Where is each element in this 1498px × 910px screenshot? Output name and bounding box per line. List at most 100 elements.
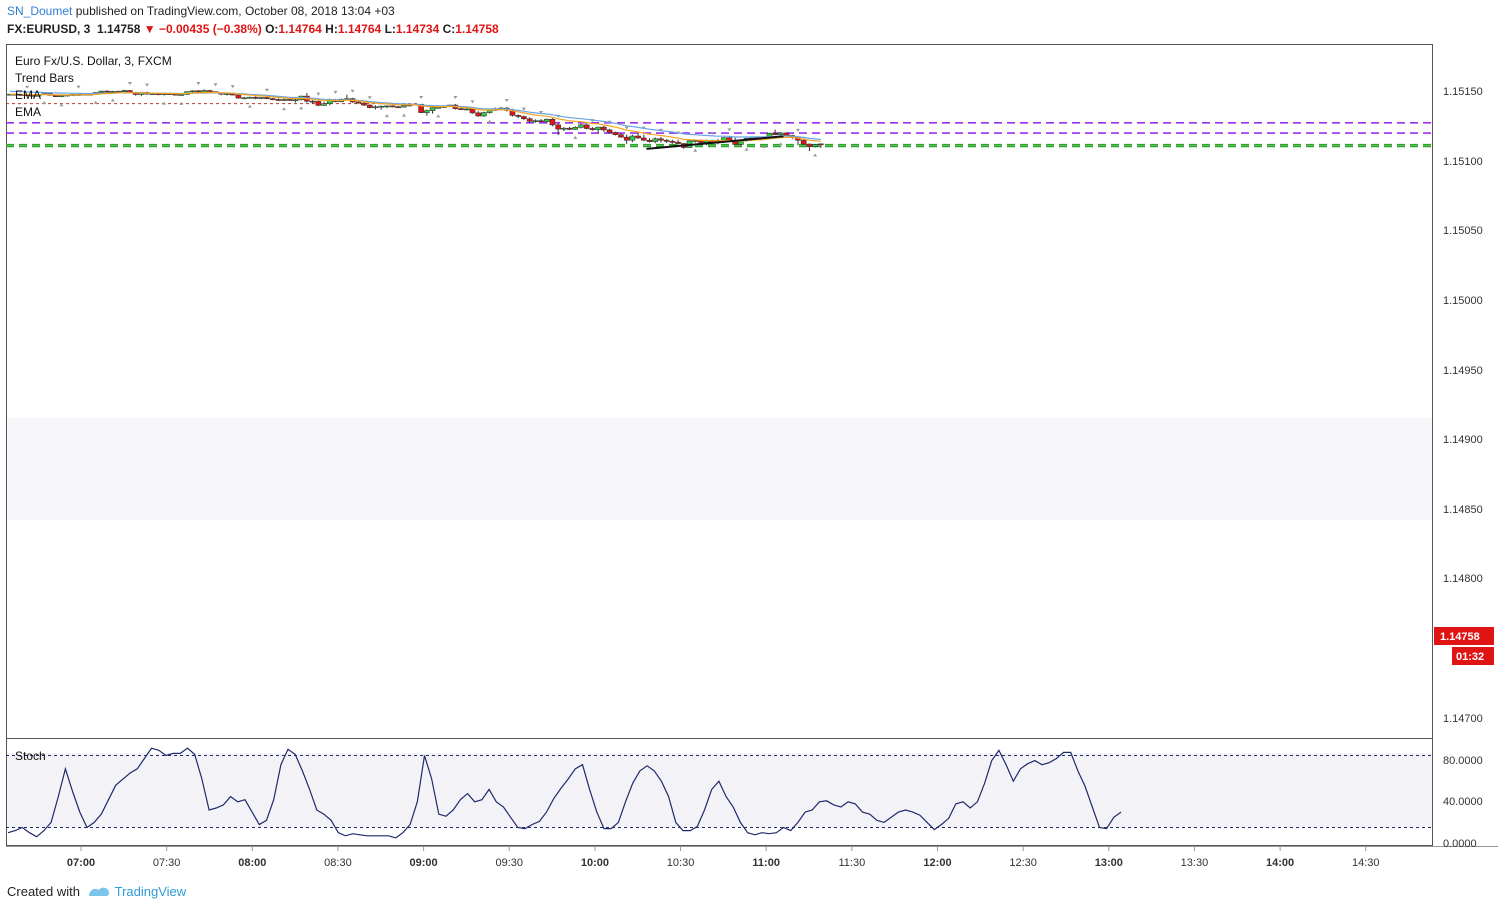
trend-down-marker [127, 82, 132, 85]
trend-up-marker [573, 135, 578, 139]
candle-body [435, 106, 442, 109]
trend-up-marker [401, 113, 406, 117]
candle-body [675, 141, 681, 144]
time-tick-label: 09:00 [410, 857, 438, 869]
time-tick-label: 09:30 [495, 857, 523, 869]
candle-body [595, 126, 601, 130]
time-tick-label: 10:00 [581, 857, 609, 869]
candle-body [583, 124, 590, 129]
candle-body [189, 90, 196, 93]
candle-body [538, 120, 544, 122]
candle-body [201, 90, 207, 93]
candle-body [692, 140, 699, 142]
candle-body [555, 124, 561, 130]
price-chart[interactable]: 1.15150 1.15100 1.15050 1.15000 1.14950 … [0, 0, 1498, 910]
price-tick: 1.14850 [1443, 504, 1483, 516]
candle-body [269, 98, 276, 100]
candle-body [778, 132, 784, 135]
candle-body [641, 137, 647, 141]
candle-body [315, 101, 322, 106]
candle-body [818, 143, 824, 146]
candle-body [355, 101, 362, 104]
trend-down-marker [795, 128, 800, 132]
candle-body [366, 104, 373, 108]
trend-down-marker [316, 92, 321, 96]
candle-body [224, 93, 230, 95]
candle-body [806, 143, 813, 147]
candle-body [292, 99, 299, 102]
legend-ema-1[interactable]: EMA [15, 88, 41, 102]
candle-body [475, 112, 482, 117]
trend-down-marker [419, 95, 424, 99]
stoch-label: Stoch [15, 749, 46, 763]
candle-body [646, 139, 653, 142]
candle-body [109, 91, 116, 93]
trend-up-marker [813, 153, 818, 157]
legend-ema-2[interactable]: EMA [15, 105, 41, 119]
trend-down-marker [196, 82, 201, 85]
candle-body [424, 110, 430, 113]
candle-body [178, 94, 185, 96]
candle-body [361, 102, 367, 106]
time-tick-label: 07:00 [67, 857, 95, 869]
candle-body [521, 116, 527, 120]
time-tick-label: 08:00 [238, 857, 266, 869]
price-tick: 1.14950 [1443, 365, 1483, 377]
footer: Created with TradingView [7, 884, 186, 899]
candle-body [772, 132, 778, 135]
footer-brand[interactable]: TradingView [115, 884, 187, 899]
trend-up-marker [110, 98, 115, 102]
candle-body [429, 107, 436, 111]
trend-up-marker [299, 106, 304, 110]
candle-body [235, 94, 242, 99]
candle-body [549, 118, 556, 126]
candle-body [623, 136, 630, 141]
trend-down-marker [504, 99, 509, 103]
candle-body [515, 115, 521, 117]
trend-down-marker [230, 85, 235, 89]
candle-body [812, 144, 818, 147]
trend-up-marker [436, 114, 441, 118]
candle-body [635, 135, 641, 139]
candle-body [247, 96, 253, 99]
candle-body [658, 138, 664, 141]
trend-up-marker [282, 107, 287, 111]
candle-body [606, 129, 613, 133]
time-tick-label: 10:30 [667, 857, 695, 869]
candle-body [486, 110, 493, 113]
trend-down-marker [727, 128, 732, 132]
stoch-axis: 80.0000 40.0000 0.0000 [1443, 755, 1483, 850]
price-tick: 1.15100 [1443, 156, 1483, 168]
candle-body [526, 118, 533, 122]
trend-down-marker [333, 90, 338, 94]
candle-body [463, 108, 470, 111]
trend-down-marker [76, 85, 81, 89]
trend-down-marker [367, 96, 372, 100]
candle-body [389, 105, 396, 108]
trend-down-marker [453, 95, 458, 99]
trend-up-marker [384, 114, 389, 118]
candle-body [401, 105, 407, 108]
time-tick-label: 07:30 [153, 857, 181, 869]
tradingview-logo-icon [89, 887, 110, 896]
trend-down-marker [213, 83, 218, 87]
stoch-tick: 80.0000 [1443, 755, 1483, 767]
trend-up-marker [693, 148, 698, 152]
candle-body [309, 100, 316, 103]
stoch-band [6, 753, 1432, 827]
price-tick: 1.14800 [1443, 573, 1483, 585]
footer-created: Created with [7, 884, 80, 899]
trend-down-marker [470, 100, 475, 104]
candle-body [104, 90, 110, 93]
candle-body [172, 93, 179, 96]
stoch-tick: 40.0000 [1443, 796, 1483, 808]
candle-body [258, 97, 265, 99]
countdown-badge-text: 01:32 [1456, 651, 1484, 663]
candle-body [98, 90, 105, 93]
range-band [6, 418, 1432, 520]
stoch-tick: 0.0000 [1443, 838, 1477, 850]
legend-trend-bars[interactable]: Trend Bars [15, 71, 74, 85]
candle-body [783, 132, 790, 136]
time-tick-label: 13:30 [1181, 857, 1209, 869]
time-tick-label: 13:00 [1095, 857, 1123, 869]
